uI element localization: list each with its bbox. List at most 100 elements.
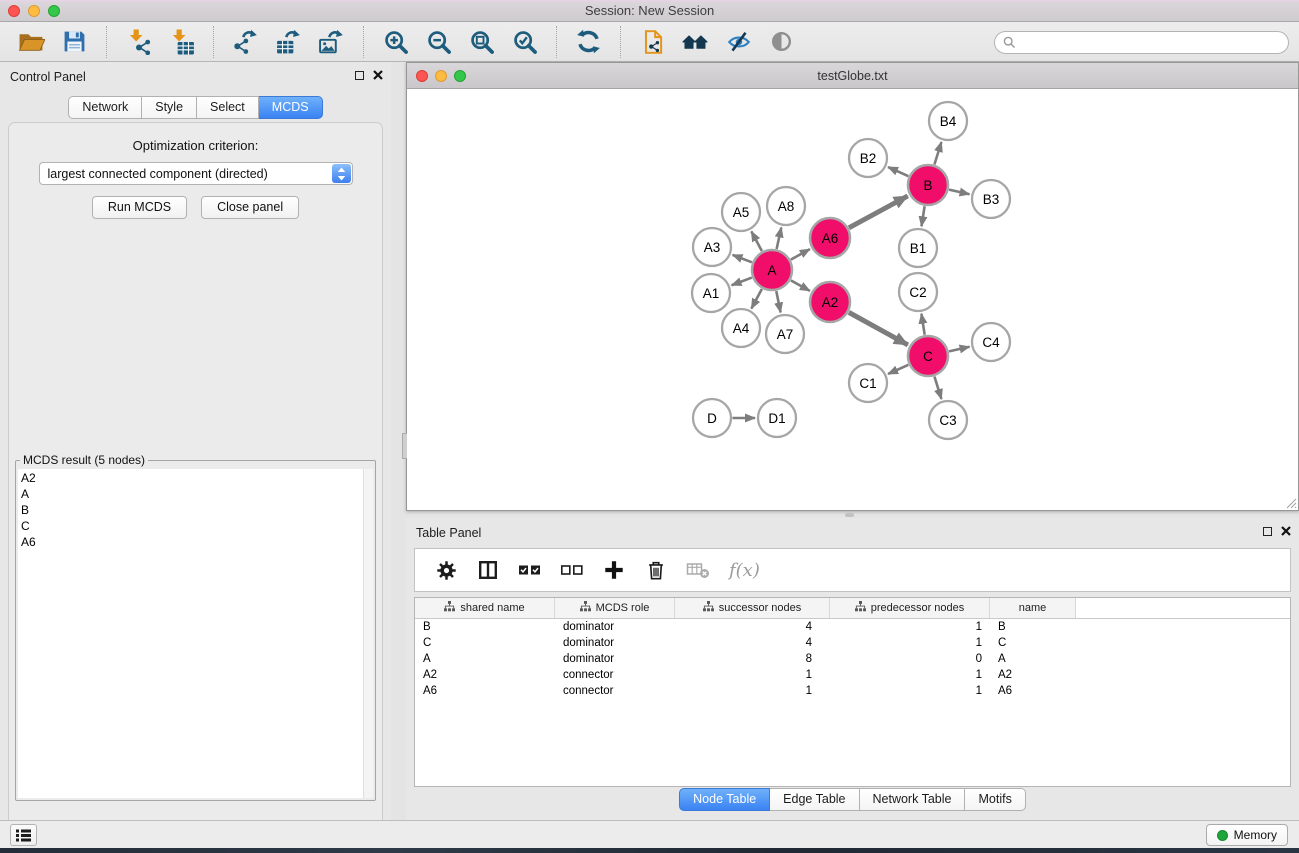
zoom-out-icon[interactable] (425, 28, 452, 55)
add-row-icon[interactable] (602, 558, 626, 582)
graph-node-B4[interactable]: B4 (929, 102, 967, 140)
zoom-selected-icon[interactable] (511, 28, 538, 55)
home-icon[interactable] (682, 28, 709, 55)
import-network-icon[interactable] (125, 28, 152, 55)
close-panel-icon[interactable] (373, 70, 383, 80)
table-row[interactable]: A6connector11A6 (415, 683, 1290, 699)
graph-edge-A-A8[interactable] (777, 227, 782, 249)
graph-node-A5[interactable]: A5 (722, 193, 760, 231)
mcds-result-item[interactable]: C (21, 518, 373, 534)
graph-edge-A-A2[interactable] (791, 280, 810, 291)
search-input[interactable] (994, 31, 1289, 54)
graph-edge-A-A5[interactable] (751, 231, 761, 251)
tab-network-table[interactable]: Network Table (860, 788, 966, 811)
graph-node-C1[interactable]: C1 (849, 364, 887, 402)
memory-button[interactable]: Memory (1206, 824, 1288, 846)
graph-node-B3[interactable]: B3 (972, 180, 1010, 218)
table-row[interactable]: Bdominator41B (415, 619, 1290, 635)
column-header-MCDS-role[interactable]: MCDS role (555, 598, 675, 618)
graph-edge-A-A4[interactable] (751, 289, 761, 309)
graph-node-B2[interactable]: B2 (849, 139, 887, 177)
hide-glasses-icon[interactable] (725, 28, 752, 55)
graph-edge-B-B4[interactable] (934, 142, 941, 164)
zoom-in-icon[interactable] (382, 28, 409, 55)
result-scrollbar[interactable] (363, 469, 373, 798)
graph-node-C4[interactable]: C4 (972, 323, 1010, 361)
network-canvas[interactable]: B4B2BB3A5A8A6A3B1AA1A2C2A4A7C4CC1DD1C3 (407, 89, 1298, 510)
float-table-panel-icon[interactable] (1263, 527, 1272, 536)
graph-node-D[interactable]: D (693, 399, 731, 437)
column-header-predecessor-nodes[interactable]: predecessor nodes (830, 598, 990, 618)
graph-node-A2[interactable]: A2 (810, 282, 850, 322)
unselect-all-icon[interactable] (560, 558, 584, 582)
horizontal-splitter-grip[interactable] (845, 513, 854, 517)
eye-icon[interactable] (768, 28, 795, 55)
columns-icon[interactable] (476, 558, 500, 582)
zoom-fit-icon[interactable] (468, 28, 495, 55)
tab-style[interactable]: Style (142, 96, 197, 119)
graph-node-C2[interactable]: C2 (899, 273, 937, 311)
mcds-result-item[interactable]: A (21, 486, 373, 502)
tab-select[interactable]: Select (197, 96, 259, 119)
open-file-icon[interactable] (18, 28, 45, 55)
graph-edge-B-B3[interactable] (949, 190, 970, 195)
graph-node-A3[interactable]: A3 (693, 228, 731, 266)
table-row[interactable]: Adominator80A (415, 651, 1290, 667)
select-all-icon[interactable] (518, 558, 542, 582)
graph-node-A8[interactable]: A8 (767, 187, 805, 225)
import-table-icon[interactable] (168, 28, 195, 55)
mcds-result-item[interactable]: A2 (21, 470, 373, 486)
table-row[interactable]: Cdominator41C (415, 635, 1290, 651)
graph-edge-C-C3[interactable] (934, 377, 941, 399)
graph-node-A1[interactable]: A1 (692, 274, 730, 312)
graph-node-B[interactable]: B (908, 165, 948, 205)
mcds-result-item[interactable]: A6 (21, 534, 373, 550)
graph-node-C3[interactable]: C3 (929, 401, 967, 439)
network-graph[interactable]: B4B2BB3A5A8A6A3B1AA1A2C2A4A7C4CC1DD1C3 (407, 89, 1298, 510)
float-panel-icon[interactable] (355, 71, 364, 80)
graph-edge-A-A6[interactable] (791, 249, 810, 260)
graph-edge-B-B2[interactable] (888, 167, 908, 176)
mcds-result-item[interactable]: B (21, 502, 373, 518)
mcds-result-list[interactable]: A2ABCA6 (18, 469, 373, 798)
tab-edge-table[interactable]: Edge Table (770, 788, 859, 811)
export-table-icon[interactable] (275, 28, 302, 55)
column-header-successor-nodes[interactable]: successor nodes (675, 598, 830, 618)
tab-motifs[interactable]: Motifs (965, 788, 1025, 811)
network-window-titlebar[interactable]: testGlobe.txt (407, 63, 1298, 89)
graph-edge-A-A1[interactable] (732, 278, 752, 286)
graph-edge-A-A3[interactable] (733, 255, 752, 262)
table-row[interactable]: A2connector11A2 (415, 667, 1290, 683)
export-network-icon[interactable] (232, 28, 259, 55)
graph-node-D1[interactable]: D1 (758, 399, 796, 437)
gear-icon[interactable] (434, 558, 458, 582)
graph-node-C[interactable]: C (908, 336, 948, 376)
graph-edge-B-B1[interactable] (921, 206, 924, 226)
graph-edge-C-C4[interactable] (949, 347, 970, 352)
network-document-icon[interactable] (639, 28, 666, 55)
graph-edge-C-C2[interactable] (921, 314, 924, 335)
tab-node-table[interactable]: Node Table (679, 788, 770, 811)
tab-network[interactable]: Network (68, 96, 142, 119)
graph-node-A6[interactable]: A6 (810, 218, 850, 258)
graph-node-A[interactable]: A (752, 250, 792, 290)
graph-edge-C-C1[interactable] (888, 365, 908, 374)
close-table-panel-icon[interactable] (1281, 526, 1291, 536)
graph-node-A7[interactable]: A7 (766, 315, 804, 353)
splitter-handle[interactable] (402, 433, 407, 459)
refresh-icon[interactable] (575, 28, 602, 55)
graph-edge-A2-C[interactable] (849, 312, 908, 345)
close-panel-button[interactable]: Close panel (201, 196, 299, 219)
run-mcds-button[interactable]: Run MCDS (92, 196, 187, 219)
column-header-name[interactable]: name (990, 598, 1076, 618)
graph-edge-A-A7[interactable] (776, 291, 780, 312)
optimization-criterion-select[interactable]: largest connected component (directed) (39, 162, 353, 185)
tab-mcds[interactable]: MCDS (259, 96, 323, 119)
export-image-icon[interactable] (318, 28, 345, 55)
graph-node-B1[interactable]: B1 (899, 229, 937, 267)
task-history-button[interactable] (10, 824, 37, 846)
trash-icon[interactable] (644, 558, 668, 582)
window-resize-grip[interactable] (1284, 496, 1297, 509)
save-session-icon[interactable] (61, 28, 88, 55)
graph-edge-A6-B[interactable] (849, 196, 908, 228)
